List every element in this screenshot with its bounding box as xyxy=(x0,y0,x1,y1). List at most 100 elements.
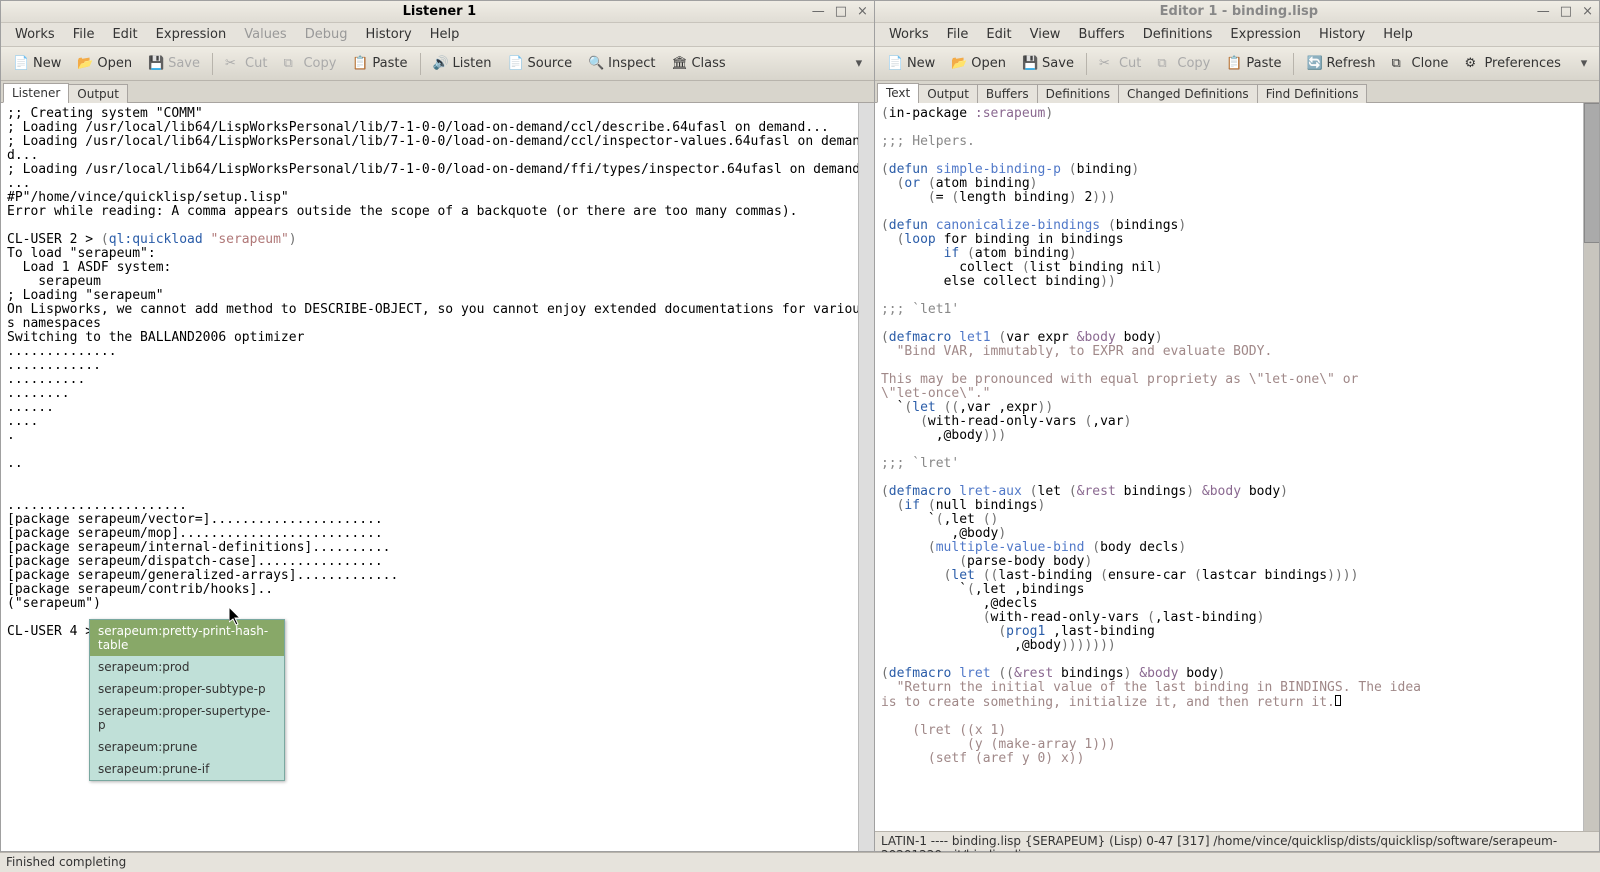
menu-history[interactable]: History xyxy=(357,25,419,44)
separator xyxy=(212,53,213,75)
minimize-icon[interactable]: — xyxy=(1537,5,1550,18)
ac-item[interactable]: serapeum:prune xyxy=(90,736,284,758)
inspect-icon: 🔍 xyxy=(588,56,604,72)
cut-button: ✂Cut xyxy=(219,53,273,75)
close-icon[interactable]: × xyxy=(1582,5,1593,18)
copy-icon: ⧉ xyxy=(283,56,299,72)
editor-title: Editor 1 - binding.lisp xyxy=(941,4,1537,19)
source-button[interactable]: 📄Source xyxy=(501,53,578,75)
open-button[interactable]: 📂Open xyxy=(71,53,138,75)
menu-definitions[interactable]: Definitions xyxy=(1135,25,1221,44)
separator xyxy=(1293,53,1294,75)
cut-icon: ✂ xyxy=(225,56,241,72)
menu-edit[interactable]: Edit xyxy=(104,25,145,44)
listener-window: Listener 1 — □ × Works File Edit Express… xyxy=(0,0,874,852)
editor-menubar: Works File Edit View Buffers Definitions… xyxy=(875,23,1599,47)
editor-titlebar[interactable]: Editor 1 - binding.lisp — □ × xyxy=(875,1,1599,23)
listener-title: Listener 1 xyxy=(67,4,812,19)
copy-icon: ⧉ xyxy=(1157,56,1173,72)
menu-view[interactable]: View xyxy=(1022,25,1069,44)
listen-icon: 🔊 xyxy=(433,56,449,72)
save-icon: 💾 xyxy=(148,56,164,72)
autocomplete-popup[interactable]: serapeum:pretty-print-hash-table serapeu… xyxy=(89,619,285,781)
class-button[interactable]: 🏛Class xyxy=(665,53,731,75)
listener-scrollbar[interactable] xyxy=(858,103,874,851)
ac-item[interactable]: serapeum:proper-supertype-p xyxy=(90,700,284,736)
menu-help[interactable]: Help xyxy=(422,25,468,44)
listener-tabs: Listener Output xyxy=(1,81,874,103)
menu-help[interactable]: Help xyxy=(1375,25,1421,44)
menu-file[interactable]: File xyxy=(939,25,977,44)
separator xyxy=(1086,53,1087,75)
tab-text[interactable]: Text xyxy=(877,83,919,103)
menu-expression[interactable]: Expression xyxy=(1222,25,1309,44)
listen-button[interactable]: 🔊Listen xyxy=(427,53,498,75)
tab-output[interactable]: Output xyxy=(68,84,128,103)
new-button[interactable]: 📄New xyxy=(7,53,67,75)
editor-scrollbar[interactable] xyxy=(1583,103,1599,831)
cut-icon: ✂ xyxy=(1099,56,1115,72)
paste-button[interactable]: 📋Paste xyxy=(1220,53,1287,75)
save-icon: 💾 xyxy=(1022,56,1038,72)
menu-expression[interactable]: Expression xyxy=(148,25,235,44)
class-icon: 🏛 xyxy=(671,56,687,72)
source-icon: 📄 xyxy=(507,56,523,72)
save-button: 💾Save xyxy=(142,53,206,75)
maximize-icon[interactable]: □ xyxy=(1560,5,1572,18)
inspect-button[interactable]: 🔍Inspect xyxy=(582,53,661,75)
editor-tabs: Text Output Buffers Definitions Changed … xyxy=(875,81,1599,103)
clone-button[interactable]: ⧉Clone xyxy=(1386,53,1455,75)
preferences-button[interactable]: ⚙Preferences xyxy=(1458,53,1566,75)
listener-menubar: Works File Edit Expression Values Debug … xyxy=(1,23,874,47)
close-icon[interactable]: × xyxy=(857,5,868,18)
separator xyxy=(420,53,421,75)
cut-button: ✂Cut xyxy=(1093,53,1147,75)
new-icon: 📄 xyxy=(887,56,903,72)
toolbar-overflow[interactable]: ▾ xyxy=(1575,53,1593,75)
listener-text[interactable]: ;; Creating system "COMM" ; Loading /usr… xyxy=(1,103,874,643)
menu-works[interactable]: Works xyxy=(881,25,937,44)
open-icon: 📂 xyxy=(951,56,967,72)
editor-code[interactable]: (in-package :serapeum) ;;; Helpers. (def… xyxy=(875,103,1599,770)
refresh-button[interactable]: 🔄Refresh xyxy=(1300,53,1381,75)
tab-buffers[interactable]: Buffers xyxy=(977,84,1038,103)
save-button[interactable]: 💾Save xyxy=(1016,53,1080,75)
menu-debug: Debug xyxy=(297,25,356,44)
ac-item[interactable]: serapeum:prod xyxy=(90,656,284,678)
paste-button[interactable]: 📋Paste xyxy=(346,53,413,75)
new-button[interactable]: 📄New xyxy=(881,53,941,75)
maximize-icon[interactable]: □ xyxy=(835,5,847,18)
refresh-icon: 🔄 xyxy=(1306,56,1322,72)
clone-icon: ⧉ xyxy=(1392,56,1408,72)
menu-works[interactable]: Works xyxy=(7,25,63,44)
copy-button: ⧉Copy xyxy=(1151,53,1216,75)
editor-statusbar: LATIN-1 ---- binding.lisp {SERAPEUM} (Li… xyxy=(875,831,1599,851)
new-icon: 📄 xyxy=(13,56,29,72)
menu-values: Values xyxy=(236,25,294,44)
menu-buffers[interactable]: Buffers xyxy=(1070,25,1132,44)
tab-listener[interactable]: Listener xyxy=(3,83,69,103)
open-icon: 📂 xyxy=(77,56,93,72)
ac-item[interactable]: serapeum:pretty-print-hash-table xyxy=(90,620,284,656)
editor-content[interactable]: (in-package :serapeum) ;;; Helpers. (def… xyxy=(875,103,1599,831)
tab-output[interactable]: Output xyxy=(918,84,978,103)
ac-item[interactable]: serapeum:prune-if xyxy=(90,758,284,780)
toolbar-overflow[interactable]: ▾ xyxy=(850,53,868,75)
tab-changed-definitions[interactable]: Changed Definitions xyxy=(1118,84,1258,103)
editor-window: Editor 1 - binding.lisp — □ × Works File… xyxy=(874,0,1600,852)
listener-toolbar: 📄New 📂Open 💾Save ✂Cut ⧉Copy 📋Paste 🔊List… xyxy=(1,47,874,81)
menu-history[interactable]: History xyxy=(1311,25,1373,44)
minimize-icon[interactable]: — xyxy=(812,5,825,18)
tab-find-definitions[interactable]: Find Definitions xyxy=(1257,84,1368,103)
paste-icon: 📋 xyxy=(352,56,368,72)
menu-file[interactable]: File xyxy=(65,25,103,44)
listener-titlebar[interactable]: Listener 1 — □ × xyxy=(1,1,874,23)
listener-content[interactable]: ;; Creating system "COMM" ; Loading /usr… xyxy=(1,103,874,851)
gear-icon: ⚙ xyxy=(1464,56,1480,72)
ac-item[interactable]: serapeum:proper-subtype-p xyxy=(90,678,284,700)
menu-edit[interactable]: Edit xyxy=(978,25,1019,44)
open-button[interactable]: 📂Open xyxy=(945,53,1012,75)
editor-toolbar: 📄New 📂Open 💾Save ✂Cut ⧉Copy 📋Paste 🔄Refr… xyxy=(875,47,1599,81)
paste-icon: 📋 xyxy=(1226,56,1242,72)
tab-definitions[interactable]: Definitions xyxy=(1037,84,1119,103)
